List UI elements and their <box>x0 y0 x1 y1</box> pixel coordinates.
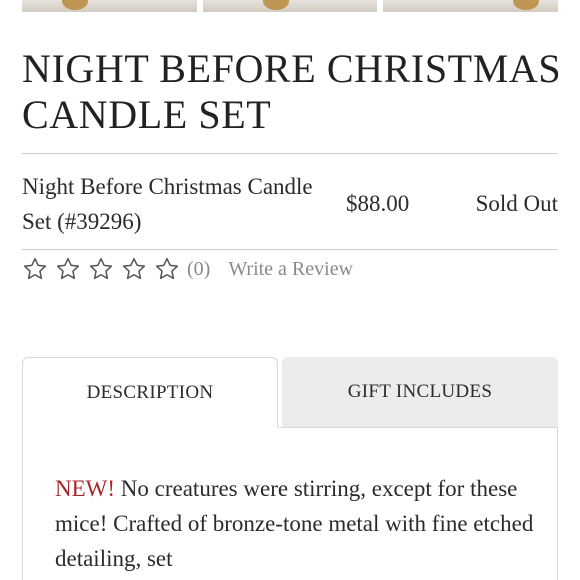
star-outline-icon <box>88 256 114 282</box>
product-thumbnail[interactable] <box>202 0 378 12</box>
star-outline-icon <box>121 256 147 282</box>
review-count: (0) <box>187 257 211 280</box>
product-thumbnail[interactable] <box>22 0 197 12</box>
divider <box>22 153 558 154</box>
variant-name: Night Before Christmas Candle Set (#3929… <box>22 174 313 234</box>
variant-row: Night Before Christmas Candle Set (#3929… <box>22 168 558 240</box>
product-thumbnail[interactable] <box>383 0 559 12</box>
divider <box>279 427 557 428</box>
availability-status: Sold Out <box>475 191 558 216</box>
rating-summary: (0) Write a Review <box>22 255 353 283</box>
divider <box>22 249 558 250</box>
tab-panel-description: NEW! No creatures were stirring, except … <box>22 427 558 580</box>
new-badge: NEW! <box>55 476 116 501</box>
tab-description[interactable]: DESCRIPTION <box>22 357 278 428</box>
variant-price: $88.00 <box>346 191 410 216</box>
description-body: No creatures were stirring, except for t… <box>55 476 534 571</box>
tab-gift-includes[interactable]: GIFT INCLUDES <box>282 357 558 427</box>
product-tabs: DESCRIPTION GIFT INCLUDES <box>22 357 558 428</box>
thumbnail-strip <box>22 0 559 12</box>
write-review-link[interactable]: Write a Review <box>228 258 353 281</box>
star-outline-icon <box>22 256 48 282</box>
star-outline-icon <box>154 256 180 282</box>
product-title: NIGHT BEFORE CHRISTMAS CANDLE SET <box>22 46 562 137</box>
description-text: NEW! No creatures were stirring, except … <box>55 471 535 576</box>
star-outline-icon <box>55 256 81 282</box>
